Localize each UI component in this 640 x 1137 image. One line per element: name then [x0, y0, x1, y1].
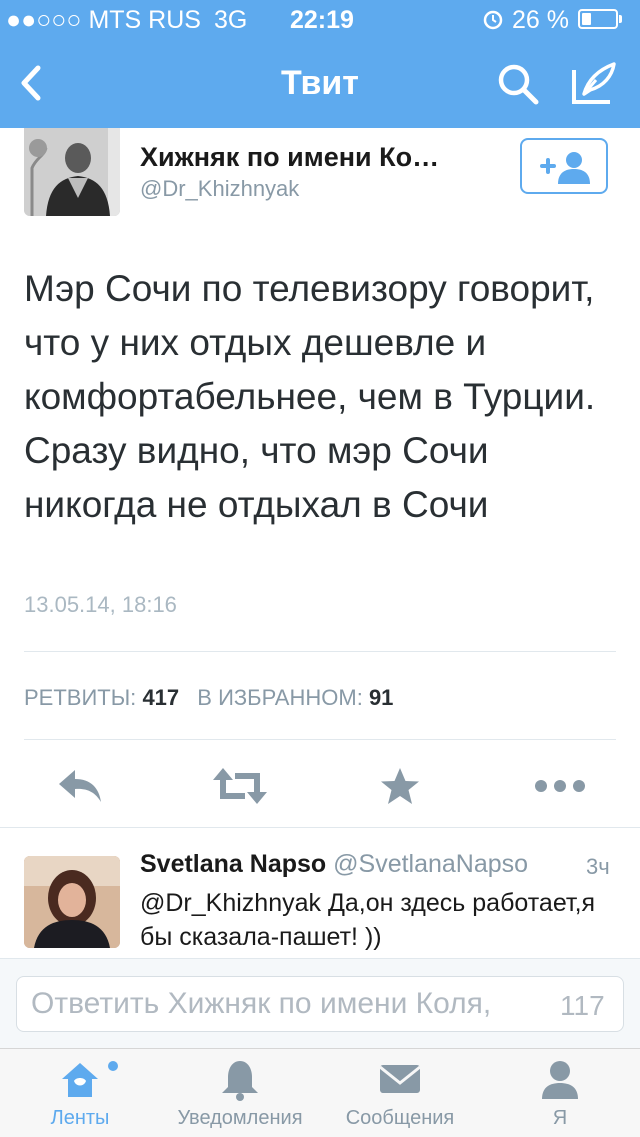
favorites-count: 91	[368, 685, 394, 710]
reply-avatar[interactable]	[24, 856, 120, 948]
reply-text: @Dr_Khizhnyak Да,он здесь работает,я бы …	[140, 889, 596, 951]
page-title: Твит	[281, 64, 359, 102]
tab-label: Я	[552, 1107, 568, 1129]
tweet-timestamp: 13.05.14, 18:16	[24, 592, 177, 617]
reply-button[interactable]	[50, 760, 110, 812]
person-icon	[542, 1061, 578, 1099]
network-label: 3G	[214, 6, 248, 34]
tab-label: Ленты	[50, 1107, 110, 1129]
tab-label: Сообщения	[345, 1107, 455, 1129]
reply-input[interactable]: Ответить Хижняк по имени Коля,	[16, 976, 624, 1032]
follow-button[interactable]	[520, 138, 608, 194]
favorite-button[interactable]	[370, 760, 430, 812]
author-name[interactable]: Хижняк по имени Ко…	[140, 142, 439, 173]
char-counter: 117	[560, 990, 605, 1021]
tab-me[interactable]: Я	[480, 1049, 640, 1137]
retweet-button[interactable]	[210, 760, 270, 812]
tab-notifications[interactable]: Уведомления	[160, 1049, 320, 1137]
envelope-icon	[379, 1065, 421, 1093]
add-user-icon	[540, 152, 590, 184]
reply-author[interactable]: Svetlana Napso @SvetlanaNapso	[140, 850, 528, 879]
status-bar: ●●○○○ MTS RUS 3G 22:19 26 %	[0, 0, 640, 40]
compose-icon[interactable]	[570, 60, 618, 106]
carrier-label: ●●○○○ MTS RUS	[6, 6, 201, 34]
retweets-label: РЕТВИТЫ:	[24, 685, 137, 710]
divider	[24, 651, 616, 652]
tab-label: Уведомления	[177, 1107, 303, 1129]
retweet-icon	[213, 768, 267, 804]
reply-author-name: Svetlana Napso	[140, 850, 327, 878]
battery-percent: 26 %	[512, 6, 569, 34]
battery-icon	[578, 9, 618, 29]
tab-home[interactable]: Ленты	[0, 1049, 160, 1137]
reply-author-handle: @SvetlanaNapso	[333, 850, 529, 878]
divider	[24, 739, 616, 740]
tweet-stats[interactable]: РЕТВИТЫ: 417 В ИЗБРАННОМ: 91	[24, 685, 393, 711]
new-content-dot	[108, 1061, 118, 1071]
clock: 22:19	[290, 6, 354, 34]
retweets-count: 417	[142, 685, 180, 710]
search-icon[interactable]	[496, 62, 540, 106]
more-button[interactable]	[530, 760, 590, 812]
author-avatar[interactable]	[24, 128, 120, 216]
nav-header: ●●○○○ MTS RUS 3G 22:19 26 % Твит	[0, 0, 640, 128]
favorites-label: В ИЗБРАННОМ:	[197, 685, 363, 710]
tab-bar: Ленты Уведомления Сообщения Я	[0, 1048, 640, 1137]
star-icon	[381, 768, 419, 804]
reply-time: 3ч	[586, 854, 610, 879]
alarm-icon	[483, 10, 503, 30]
tweet-text: Мэр Сочи по телевизору говорит, что у ни…	[24, 268, 596, 525]
author-handle: @Dr_Khizhnyak	[140, 176, 300, 201]
more-dots-icon	[535, 780, 585, 792]
bell-icon	[222, 1061, 258, 1101]
tab-messages[interactable]: Сообщения	[320, 1049, 480, 1137]
reply-icon	[59, 770, 101, 802]
home-icon	[62, 1063, 98, 1097]
